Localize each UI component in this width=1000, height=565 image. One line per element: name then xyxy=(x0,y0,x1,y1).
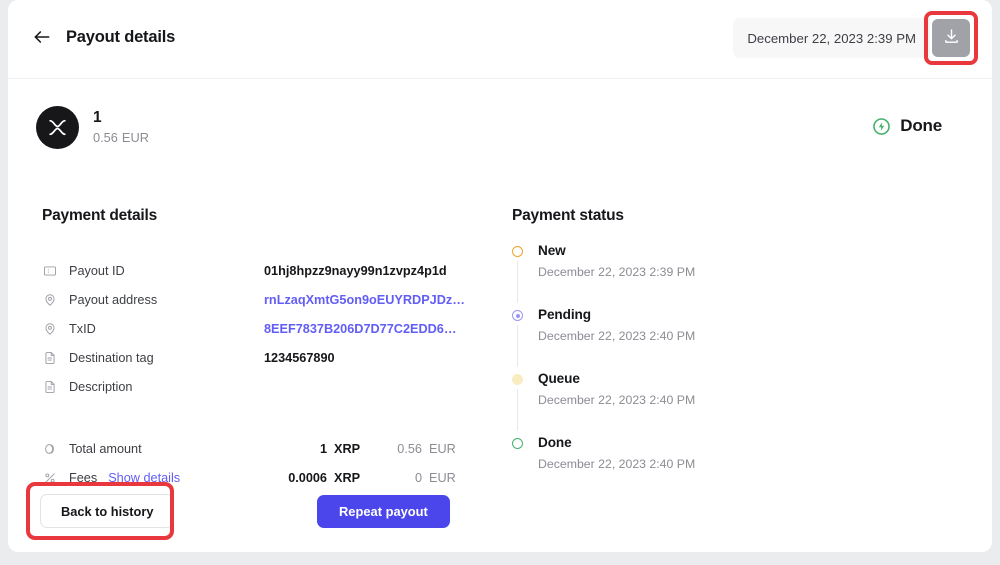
download-icon xyxy=(943,28,960,48)
payout-details-card: Payout details December 22, 2023 2:39 PM xyxy=(8,0,992,552)
payment-status-column: Payment status New December 22, 2023 2:39… xyxy=(512,207,812,471)
status-step-marker-icon xyxy=(512,310,523,321)
status-step-connector xyxy=(517,261,518,303)
percent-icon xyxy=(42,470,58,486)
status-badge: Done xyxy=(872,116,942,136)
status-step-marker-icon xyxy=(512,438,523,449)
back-to-history-wrapper: Back to history xyxy=(26,482,175,540)
detail-row: Destination tag 1234567890 xyxy=(42,343,462,372)
status-step-date: December 22, 2023 2:39 PM xyxy=(538,265,696,279)
detail-row-value: 1234567890 xyxy=(264,350,335,365)
total-row-label: Fees xyxy=(69,470,98,485)
detail-row-value[interactable]: 8EEF7837B206D7D77C2EDD6… xyxy=(264,322,457,336)
total-fiat-currency: EUR xyxy=(429,470,456,485)
status-step: Queue December 22, 2023 2:40 PM xyxy=(512,371,812,435)
total-row: Total amount 1 XRP 0.56 EUR xyxy=(42,434,462,463)
payout-date-field[interactable]: December 22, 2023 2:39 PM xyxy=(733,18,930,58)
status-badge-label: Done xyxy=(900,116,942,135)
payment-details-list: Payout ID 01hj8hpzz9nayy99n1zvpz4p1d Payou… xyxy=(42,256,465,401)
page-header: Payout details December 22, 2023 2:39 PM xyxy=(8,0,992,79)
detail-row: Payout address rnLzaqXmtG5on9oEUYRDPJDz… xyxy=(42,285,465,314)
status-step-marker-icon xyxy=(512,374,523,385)
detail-row-label: Payout ID xyxy=(69,263,125,278)
status-step-marker-icon xyxy=(512,246,523,257)
page-root: Payout details December 22, 2023 2:39 PM xyxy=(0,0,1000,565)
done-bolt-icon xyxy=(872,117,891,136)
coin-icon xyxy=(42,441,58,457)
back-navigation[interactable]: Payout details xyxy=(32,27,175,47)
detail-row: Payout ID 01hj8hpzz9nayy99n1zvpz4p1d xyxy=(42,256,462,285)
page-title: Payout details xyxy=(66,27,176,46)
detail-row-label: Description xyxy=(69,379,133,394)
asset-fiat-line: 0.56 EUR xyxy=(93,129,149,146)
asset-amounts: 1 0.56 EUR xyxy=(93,108,149,146)
document-icon xyxy=(42,350,58,366)
back-to-history-button[interactable]: Back to history xyxy=(40,494,175,528)
total-fiat-amount: 0.56 xyxy=(397,441,422,456)
payment-status-title: Payment status xyxy=(512,207,624,224)
payment-details-title: Payment details xyxy=(42,207,158,224)
detail-row-value[interactable]: rnLzaqXmtG5on9oEUYRDPJDz… xyxy=(264,293,465,307)
detail-row-label: Destination tag xyxy=(69,350,154,365)
document-icon xyxy=(42,379,58,395)
id-card-icon xyxy=(42,263,58,279)
status-step-connector xyxy=(517,389,518,431)
total-row: Fees Show details 0.0006 XRP 0 EUR xyxy=(42,463,462,492)
total-fiat-amount: 0 xyxy=(414,470,422,485)
total-row-label: Total amount xyxy=(69,441,142,456)
status-step: Done December 22, 2023 2:40 PM xyxy=(512,435,812,471)
detail-row-value: 01hj8hpzz9nayy99n1zvpz4p1d xyxy=(264,263,447,278)
status-step-name: Done xyxy=(538,435,572,450)
detail-row-label: Payout address xyxy=(69,292,158,307)
total-crypto-amount: 0.0006 xyxy=(288,470,327,485)
arrow-left-icon[interactable] xyxy=(32,27,52,47)
status-step-connector xyxy=(517,325,518,367)
status-step: New December 22, 2023 2:39 PM xyxy=(512,243,812,307)
total-fiat-currency: EUR xyxy=(429,441,456,456)
asset-summary: 1 0.56 EUR xyxy=(36,106,149,149)
payment-status-timeline: New December 22, 2023 2:39 PM Pending Decem… xyxy=(512,243,812,471)
repeat-payout-button[interactable]: Repeat payout xyxy=(317,495,450,528)
payment-totals-list: Total amount 1 XRP 0.56 EUR Fees Show details 0… xyxy=(42,434,462,492)
status-step-date: December 22, 2023 2:40 PM xyxy=(538,457,696,471)
download-button[interactable] xyxy=(932,19,970,57)
detail-row: Description xyxy=(42,372,462,401)
status-step-name: Queue xyxy=(538,371,580,386)
status-step-name: Pending xyxy=(538,307,591,322)
asset-fiat-currency: EUR xyxy=(121,130,149,146)
asset-fiat-amount: 0.56 xyxy=(93,130,118,146)
status-step: Pending December 22, 2023 2:40 PM xyxy=(512,307,812,371)
detail-row: TxID 8EEF7837B206D7D77C2EDD6… xyxy=(42,314,462,343)
status-step-date: December 22, 2023 2:40 PM xyxy=(538,329,696,343)
download-button-wrapper xyxy=(924,11,978,65)
detail-row-label: TxID xyxy=(69,321,96,336)
show-details-link[interactable]: Show details xyxy=(108,471,180,485)
total-crypto-amount: 1 xyxy=(319,441,327,456)
header-actions: December 22, 2023 2:39 PM xyxy=(733,11,978,65)
status-step-name: New xyxy=(538,243,566,258)
payment-details-column: Payment details Payout ID 01hj8hpzz9nayy9… xyxy=(42,207,465,492)
asset-amount: 1 xyxy=(93,109,102,127)
status-step-date: December 22, 2023 2:40 PM xyxy=(538,393,696,407)
xrp-logo-icon xyxy=(36,106,79,149)
pin-icon xyxy=(42,321,58,337)
pin-icon xyxy=(42,292,58,308)
